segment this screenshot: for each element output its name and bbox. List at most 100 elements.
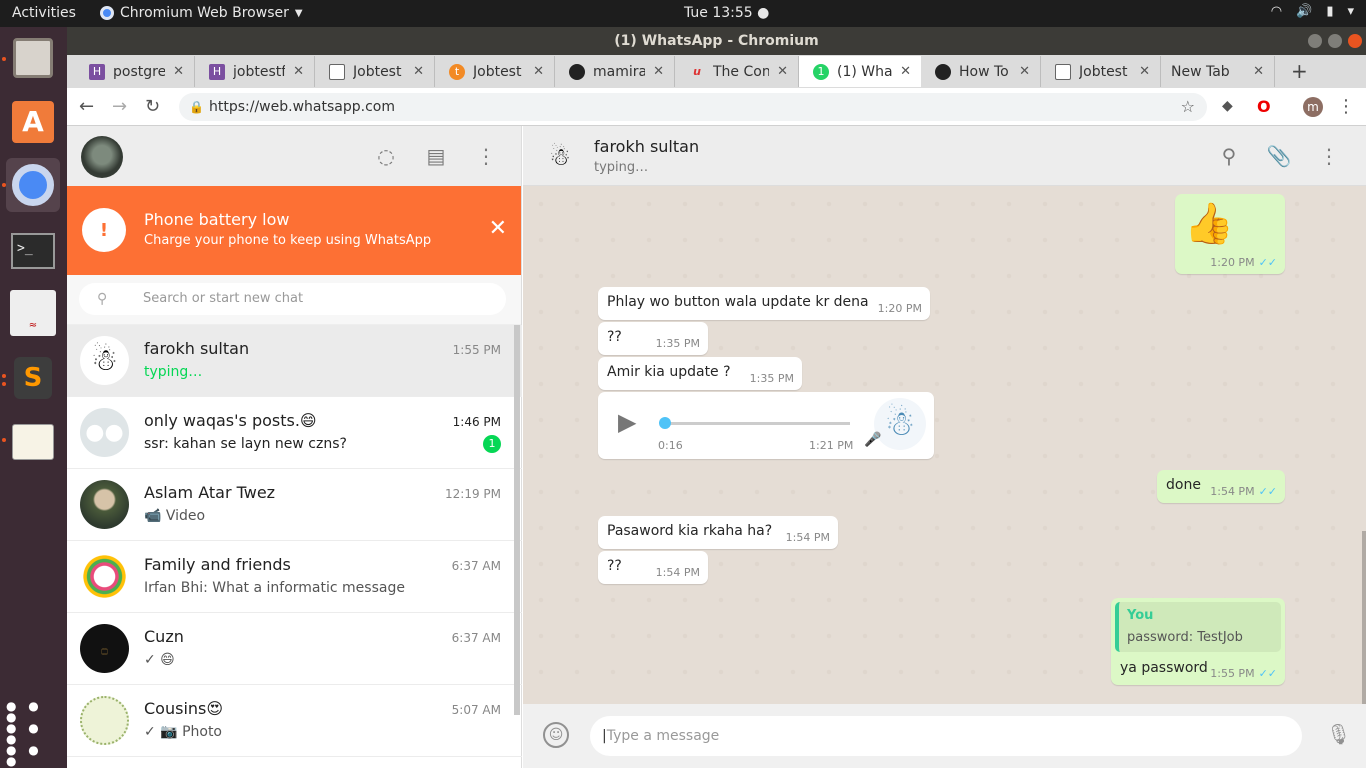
terminal-launcher[interactable]: >_ (6, 224, 60, 278)
close-icon[interactable]: ✕ (413, 64, 424, 79)
audio-progress-handle[interactable] (659, 417, 671, 429)
message-bubble[interactable]: Pasaword kia rkaha ha? 1:54 PM (598, 516, 838, 549)
message-bubble[interactable]: ?? 1:35 PM (598, 322, 708, 355)
group-avatar: ●● (80, 408, 129, 457)
status-icon[interactable]: ◌ (374, 144, 398, 168)
app-menu[interactable]: Chromium Web Browser ▼ (100, 5, 303, 21)
tab-0[interactable]: Hpostgre ✕ (75, 56, 195, 87)
close-icon[interactable]: ✕ (1019, 64, 1030, 79)
my-avatar[interactable] (81, 136, 123, 178)
terminal-icon: >_ (11, 233, 55, 269)
notepad-icon (12, 424, 54, 460)
chat-row[interactable]: ۝ Cuzn 6:37 AM ✓ 😄 (67, 613, 522, 685)
close-icon[interactable]: ✕ (900, 64, 911, 79)
tab-favicon-icon: t (449, 63, 465, 80)
menu-icon[interactable]: ⋮ (1317, 144, 1341, 168)
show-apps-button[interactable]: ● ● ● ● ● ● ● ● ● (6, 700, 60, 767)
bookmark-star-icon[interactable]: ☆ (1181, 93, 1195, 121)
microphone-icon[interactable]: 🎙 (1326, 722, 1351, 750)
play-icon[interactable]: ▶ (618, 408, 636, 436)
message-time: 1:35 PM (749, 372, 794, 385)
close-icon[interactable]: ✕ (489, 216, 507, 241)
chromium-launcher[interactable] (6, 158, 60, 212)
maximize-button[interactable] (1328, 34, 1342, 48)
message-input[interactable]: |Type a message (590, 716, 1302, 756)
message-scrollbar[interactable] (1362, 531, 1366, 704)
person-avatar (80, 480, 129, 529)
profile-avatar[interactable]: m (1303, 97, 1323, 117)
shopping-bag-icon: A (12, 101, 54, 143)
close-icon[interactable]: ✕ (173, 64, 184, 79)
github-icon (569, 63, 585, 80)
battery-alert-icon: ! (82, 208, 126, 252)
voice-message-bubble[interactable]: ▶ 0:16 1:21 PM ☃ 🎤 (598, 392, 934, 459)
files-launcher[interactable] (6, 31, 60, 85)
chat-list-scrollbar[interactable] (514, 325, 520, 715)
back-icon[interactable]: ← (79, 96, 94, 117)
chat-row[interactable]: Aslam Atar Twez 12:19 PM 📹 Video (67, 469, 522, 541)
message-time: 1:35 PM (655, 337, 700, 350)
snowman-avatar[interactable]: ☃ (539, 136, 581, 178)
attach-icon[interactable]: 📎 (1267, 144, 1292, 168)
chat-row[interactable]: ●● only waqas's posts.😄 1:46 PM ssr: kah… (67, 397, 522, 469)
chat-row[interactable]: Cousins😍 5:07 AM ✓ 📷 Photo (67, 685, 522, 757)
clock[interactable]: Tue 13:55 ● (684, 5, 769, 21)
opera-extension-icon[interactable]: O (1257, 97, 1271, 116)
extension-icon[interactable]: ◆ (1222, 98, 1233, 114)
close-icon[interactable]: ✕ (293, 64, 304, 79)
browser-menu-icon[interactable]: ⋮ (1337, 96, 1355, 117)
message-bubble[interactable]: ?? 1:54 PM (598, 551, 708, 584)
tab-6-active[interactable]: 1 (1) What ✕ (799, 56, 921, 87)
tab-7[interactable]: How To ✕ (921, 56, 1041, 87)
quoted-message[interactable]: You password: TestJob (1115, 602, 1281, 652)
tab-9[interactable]: New Tab ✕ (1161, 56, 1275, 87)
software-launcher[interactable]: A (6, 95, 60, 149)
sidebar-header: ◌ ▤ ⋮ (67, 126, 521, 186)
chat-row[interactable]: Family and friends 6:37 AM Irfan Bhi: Wh… (67, 541, 522, 613)
message-bubble[interactable]: done 1:54 PM ✓✓ (1157, 470, 1285, 503)
chat-row[interactable]: ☃ farokh sultan 1:55 PM typing… (67, 325, 522, 397)
message-bubble[interactable]: 👍 1:20 PM ✓✓ (1175, 194, 1285, 274)
audio-progress-track[interactable] (659, 417, 850, 429)
reload-icon[interactable]: ↻ (145, 96, 160, 117)
text-editor-launcher[interactable] (6, 415, 60, 469)
tab-4[interactable]: mamirad✕ (555, 56, 675, 87)
message-placeholder: Type a message (606, 728, 720, 744)
address-bar[interactable]: 🔒 https://web.whatsapp.com ☆ (179, 93, 1207, 121)
close-icon[interactable]: ✕ (1139, 64, 1150, 79)
message-text: ya password (1120, 660, 1208, 676)
system-tray[interactable]: ◠ 🔊 ▮ ▾ (1271, 4, 1354, 19)
mysql-launcher[interactable]: ≈ (6, 286, 60, 340)
emoji-icon[interactable]: ☺ (543, 722, 569, 748)
chat-preview: ssr: kahan se layn new czns? (144, 436, 347, 452)
new-tab-button[interactable]: + (1291, 59, 1308, 83)
message-time: 1:21 PM (809, 439, 854, 452)
menu-icon[interactable]: ⋮ (474, 144, 498, 168)
message-time: 1:54 PM (785, 531, 830, 544)
tab-2[interactable]: Jobtest ✕ (315, 56, 435, 87)
close-icon[interactable]: ✕ (1253, 64, 1264, 79)
search-icon[interactable]: ⚲ (1217, 144, 1241, 168)
new-chat-icon[interactable]: ▤ (424, 144, 448, 168)
tab-favicon-icon: H (209, 63, 225, 80)
read-ticks-icon: ✓✓ (1258, 256, 1277, 269)
close-icon[interactable]: ✕ (533, 64, 544, 79)
close-icon[interactable]: ✕ (777, 64, 788, 79)
tab-5[interactable]: u The Con ✕ (675, 56, 799, 87)
tab-3[interactable]: t Jobtest ✕ (435, 56, 555, 87)
forward-icon[interactable]: → (112, 96, 127, 117)
search-input[interactable]: ⚲ Search or start new chat (79, 283, 506, 315)
message-bubble[interactable]: Phlay wo button wala update kr dena 1:20… (598, 287, 930, 320)
text-image-avatar (80, 696, 129, 745)
close-icon[interactable]: ✕ (653, 64, 664, 79)
message-bubble[interactable]: You password: TestJob ya password 1:55 P… (1111, 598, 1285, 685)
minimize-button[interactable] (1308, 34, 1322, 48)
conversation-header[interactable]: ☃ farokh sultan typing… ⚲ 📎 ⋮ (523, 126, 1366, 186)
activities-button[interactable]: Activities (12, 5, 76, 21)
close-window-button[interactable] (1348, 34, 1362, 48)
search-placeholder: Search or start new chat (143, 291, 304, 306)
tab-1[interactable]: Hjobtestf ✕ (195, 56, 315, 87)
tab-8[interactable]: Jobtest ✕ (1041, 56, 1161, 87)
message-bubble[interactable]: Amir kia update ? 1:35 PM (598, 357, 802, 390)
sublime-launcher[interactable]: S (6, 351, 60, 405)
